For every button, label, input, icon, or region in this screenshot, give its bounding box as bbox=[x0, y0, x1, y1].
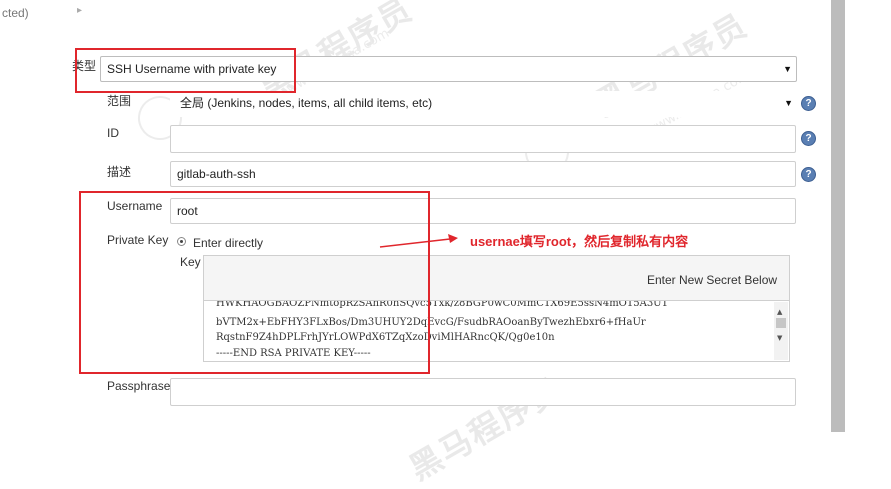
textarea-scrollbar[interactable]: ▲ ▼ bbox=[774, 302, 788, 360]
highlight-credentials-box bbox=[79, 191, 430, 374]
passphrase-input[interactable] bbox=[170, 378, 796, 406]
scope-value: 全局 (Jenkins, nodes, items, all child ite… bbox=[180, 96, 433, 110]
description-label: 描述 bbox=[107, 165, 132, 179]
help-icon[interactable]: ? bbox=[801, 96, 816, 111]
annotation-arrow bbox=[379, 234, 458, 248]
dropdown-arrow-icon: ▼ bbox=[784, 98, 793, 108]
id-label: ID bbox=[107, 126, 119, 140]
scroll-down-icon[interactable]: ▼ bbox=[777, 334, 782, 342]
scroll-up-icon[interactable]: ▲ bbox=[777, 308, 782, 316]
dropdown-arrow-icon: ▼ bbox=[783, 64, 792, 74]
passphrase-label: Passphrase bbox=[107, 379, 171, 393]
breadcrumb-arrow-icon: ▸ bbox=[77, 5, 83, 16]
description-input[interactable]: gitlab-auth-ssh bbox=[170, 161, 796, 187]
id-input[interactable] bbox=[170, 125, 796, 153]
scope-label: 范围 bbox=[107, 94, 132, 108]
help-icon[interactable]: ? bbox=[801, 167, 816, 182]
annotation-text: usernae填写root，然后复制私有内容 bbox=[470, 234, 689, 249]
scroll-thumb[interactable] bbox=[776, 318, 786, 328]
highlight-kind-box bbox=[75, 48, 296, 93]
enter-new-secret-button[interactable]: Enter New Secret Below bbox=[647, 273, 777, 287]
scope-select[interactable]: 全局 (Jenkins, nodes, items, all child ite… bbox=[170, 91, 797, 117]
breadcrumb-fragment: cted) bbox=[2, 6, 29, 20]
help-icon[interactable]: ? bbox=[801, 131, 816, 146]
window-scrollbar[interactable] bbox=[831, 0, 845, 432]
